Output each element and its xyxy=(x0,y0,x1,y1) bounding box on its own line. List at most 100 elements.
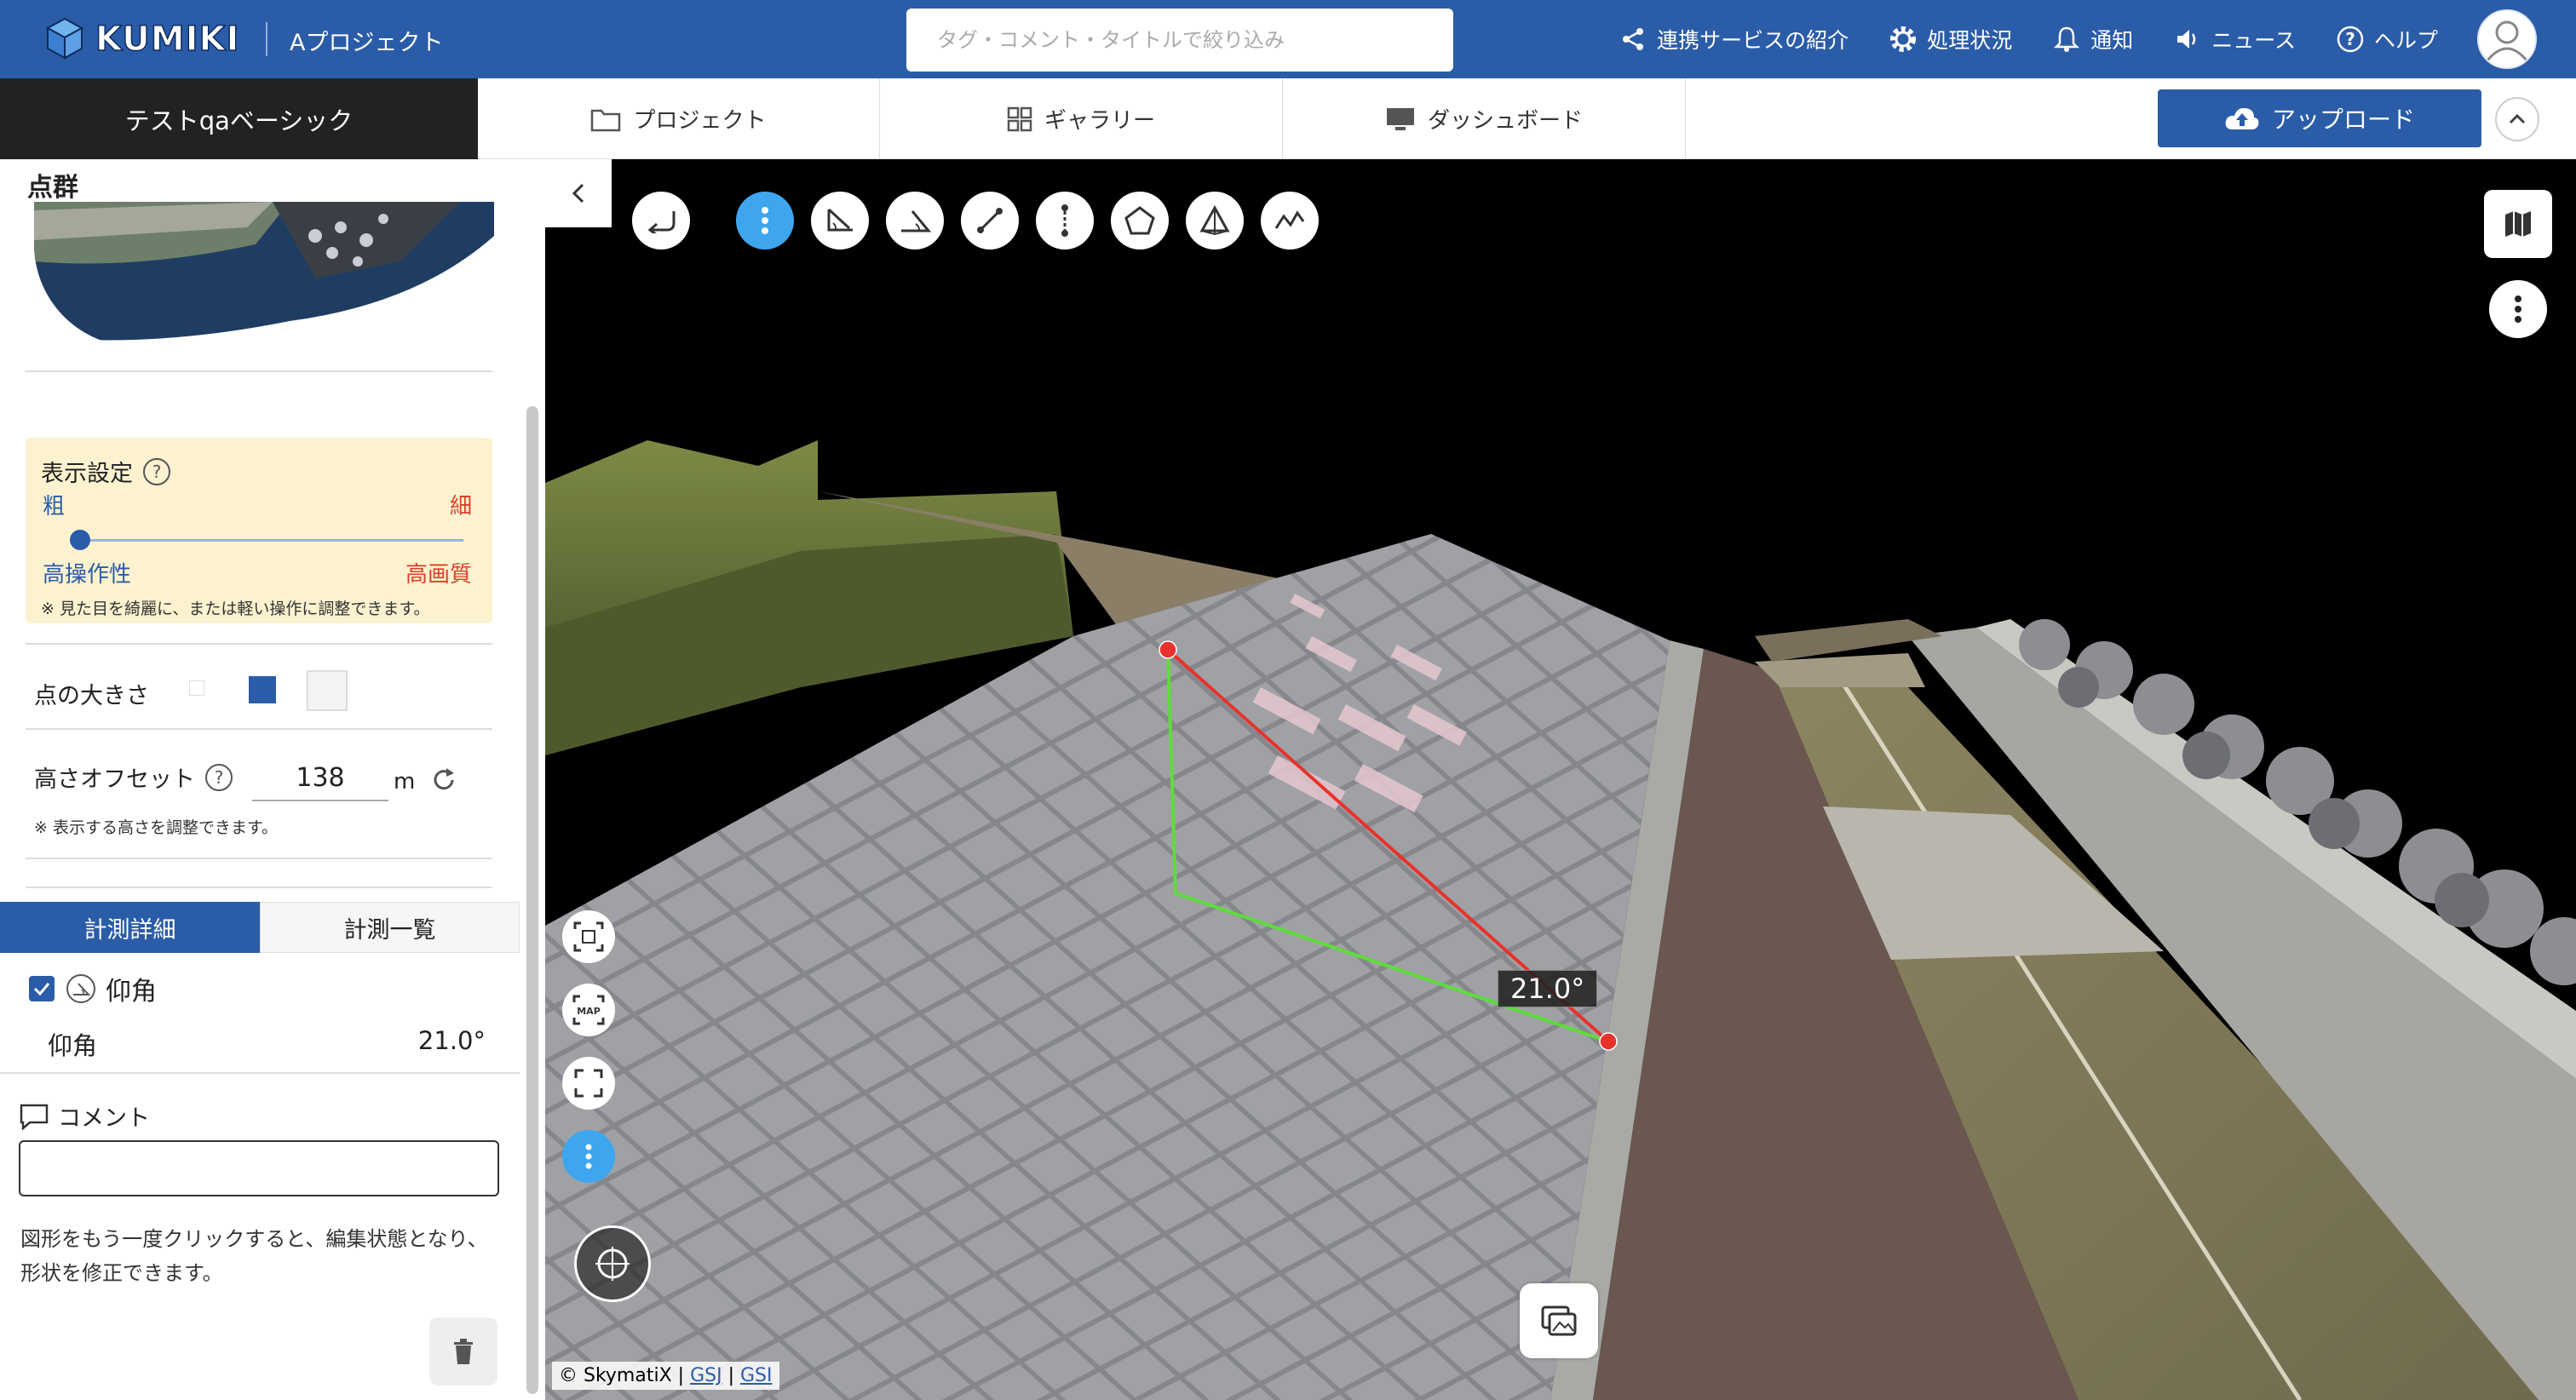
fullscreen-button[interactable] xyxy=(562,1057,615,1110)
height-offset-input[interactable]: 138 xyxy=(252,755,388,801)
search-box[interactable] xyxy=(906,9,1453,72)
bell-icon xyxy=(2051,24,2082,55)
attribution-gsi-link[interactable]: GSI xyxy=(740,1365,773,1386)
angle-measurement-label: 21.0° xyxy=(1498,970,1598,1007)
tab-projects[interactable]: プロジェクト xyxy=(478,78,880,159)
quality-slider-handle[interactable] xyxy=(70,530,90,550)
height-icon xyxy=(1061,204,1068,237)
help-icon[interactable]: ? xyxy=(205,763,233,791)
navigation-compass[interactable] xyxy=(574,1225,651,1302)
polygon-tool-button[interactable] xyxy=(1111,192,1169,250)
tab-measurement-list[interactable]: 計測一覧 xyxy=(260,902,520,953)
label-performance: 高操作性 xyxy=(43,562,132,588)
divider xyxy=(26,643,492,645)
sidebar-scrollbar[interactable] xyxy=(526,406,538,1394)
height-tool-button[interactable] xyxy=(1036,192,1094,250)
help-icon[interactable]: ? xyxy=(143,457,170,485)
comment-icon xyxy=(20,1104,49,1130)
distance-tool-button[interactable] xyxy=(961,192,1019,250)
nav-services[interactable]: 連携サービスの紹介 xyxy=(1618,14,1849,65)
tab-gallery-label: ギャラリー xyxy=(1044,108,1155,134)
measurement-checkbox[interactable] xyxy=(29,976,55,1001)
display-settings-title: 表示設定 ? xyxy=(41,455,170,488)
pointcloud-scene[interactable] xyxy=(545,159,2576,1400)
volume-tool-button[interactable] xyxy=(1186,192,1244,250)
undo-button[interactable] xyxy=(632,192,690,250)
divider xyxy=(0,1072,520,1074)
more-tools-button[interactable] xyxy=(736,192,794,250)
profile-tool-button[interactable] xyxy=(1261,192,1319,250)
polygon-icon xyxy=(1124,206,1155,235)
megaphone-icon xyxy=(2172,24,2203,55)
point-size-medium[interactable] xyxy=(249,676,276,703)
folder-icon xyxy=(590,106,621,132)
upload-label: アップロード xyxy=(2271,106,2415,134)
point-size-small[interactable] xyxy=(189,680,204,696)
map-view-button[interactable]: MAP xyxy=(562,984,615,1036)
elevation-angle-button[interactable] xyxy=(886,192,944,250)
divider xyxy=(26,886,492,888)
trash-icon xyxy=(454,1339,473,1364)
pointcloud-thumbnail[interactable] xyxy=(34,202,494,347)
delete-button[interactable] xyxy=(429,1317,497,1386)
nav-processing[interactable]: 処理状況 xyxy=(1888,14,2012,65)
comment-input[interactable] xyxy=(19,1140,499,1196)
measurement-value: 21.0° xyxy=(417,1026,486,1055)
nav-processing-label: 処理状況 xyxy=(1927,28,2013,53)
user-avatar[interactable] xyxy=(2477,9,2537,69)
project-name[interactable]: Aプロジェクト xyxy=(290,24,443,57)
divider xyxy=(26,858,492,859)
display-settings-note: ※ 見た目を綺麗に、または軽い操作に調整できます。 xyxy=(41,600,430,618)
tab-dashboard[interactable]: ダッシュボード xyxy=(1283,78,1686,159)
nav-news[interactable]: ニュース xyxy=(2172,14,2296,65)
display-settings-panel: 表示設定 ? 粗 細 高操作性 高画質 ※ 見た目を綺麗に、または軽い操作に調整… xyxy=(26,438,492,623)
height-offset-row: 高さオフセット ? xyxy=(34,760,233,794)
sidebar-panel: 点群 表示設定 ? 粗 細 高操作性 高画質 ※ 見た目を綺麗に、または軽い操作… xyxy=(0,159,545,1400)
elevation-angle-icon xyxy=(66,974,95,1003)
user-icon xyxy=(2486,20,2528,61)
search-input[interactable] xyxy=(937,28,1453,52)
nav-notifications-label: 通知 xyxy=(2090,28,2134,53)
kumiki-logo[interactable]: KUMIKI xyxy=(39,17,239,61)
label-coarse: 粗 xyxy=(43,494,66,519)
tab-gallery[interactable]: ギャラリー xyxy=(880,78,1283,159)
nav-notifications[interactable]: 通知 xyxy=(2051,14,2133,65)
point-size-large[interactable] xyxy=(307,670,348,711)
measurement-type-label: 仰角 xyxy=(106,977,157,1007)
pointcloud-viewer[interactable]: 21.0° MAP © SkymatiX | GSJ | GSI xyxy=(545,159,2576,1400)
refresh-icon[interactable] xyxy=(429,766,458,798)
sub-nav-bar: テストqaベーシック プロジェクト ギャラリー ダッシュボード アップロード xyxy=(0,78,2576,159)
measurement-value-row: 仰角 21.0° xyxy=(48,1026,486,1062)
display-settings-label: 表示設定 xyxy=(41,461,133,487)
viewer-menu-button[interactable] xyxy=(2489,280,2547,338)
capture-gallery-button[interactable] xyxy=(1520,1283,1598,1358)
viewer-options-button[interactable] xyxy=(562,1130,615,1183)
edit-help-text: 図形をもう一度クリックすると、編集状態となり、形状を修正できます。 xyxy=(20,1227,488,1285)
map-toggle-button[interactable] xyxy=(2484,190,2552,258)
map-frame-icon: MAP xyxy=(572,995,605,1025)
more-vertical-icon xyxy=(762,207,768,234)
nav-help[interactable]: ? ヘルプ xyxy=(2335,14,2438,65)
upload-button[interactable]: アップロード xyxy=(2158,89,2481,147)
gear-icon xyxy=(1888,24,1918,55)
focus-selection-button[interactable] xyxy=(562,910,615,963)
attribution-separator: | xyxy=(727,1365,740,1386)
tab-measurement-detail[interactable]: 計測詳細 xyxy=(0,902,260,953)
fullscreen-icon xyxy=(574,1069,603,1098)
quality-slider-track[interactable] xyxy=(80,539,463,542)
chevron-up-icon xyxy=(2509,113,2526,124)
focus-frame-icon xyxy=(573,921,604,952)
height-offset-note: ※ 表示する高さを調整できます。 xyxy=(34,818,279,837)
crosshair-icon xyxy=(595,1247,630,1281)
collapse-sidebar-button[interactable] xyxy=(545,159,612,227)
elevation-angle-icon xyxy=(901,210,931,232)
undo-icon xyxy=(647,211,676,233)
attribution-gsj-link[interactable]: GSJ xyxy=(690,1365,722,1386)
collapse-header-button[interactable] xyxy=(2495,97,2539,141)
label-fine: 細 xyxy=(449,494,472,519)
workspace-name[interactable]: テストqaベーシック xyxy=(0,78,478,159)
measurement-item: 仰角 xyxy=(29,970,157,1007)
chevron-left-icon xyxy=(572,183,584,204)
nav-help-label: ヘルプ xyxy=(2373,28,2438,53)
angle-tool-button[interactable] xyxy=(811,192,869,250)
